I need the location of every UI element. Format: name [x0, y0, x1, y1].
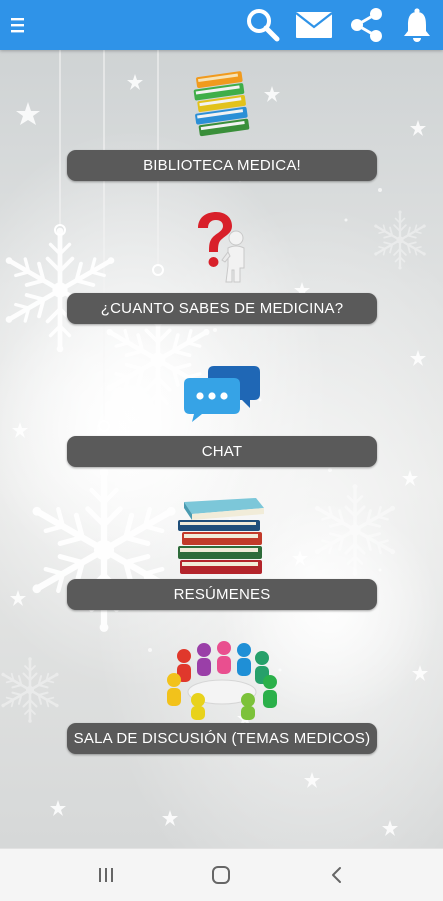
question-figure-icon[interactable]: [192, 210, 252, 284]
app-bar: [0, 0, 443, 50]
back-icon[interactable]: [317, 849, 357, 901]
bell-icon[interactable]: [398, 0, 436, 50]
book-stack-icon[interactable]: [174, 494, 270, 578]
mail-icon[interactable]: [292, 0, 336, 50]
search-icon[interactable]: [243, 0, 283, 50]
menu-icon[interactable]: [0, 0, 36, 50]
biblioteca-medica-button[interactable]: BIBLIOTECA MEDICA!: [67, 150, 377, 181]
books-icon[interactable]: [190, 70, 254, 142]
chat-bubbles-icon[interactable]: [184, 364, 262, 426]
share-icon[interactable]: [345, 0, 387, 50]
sala-de-discusion-button[interactable]: SALA DE DISCUSIÓN (TEMAS MEDICOS): [67, 723, 377, 754]
system-nav-bar: [0, 848, 443, 901]
recent-apps-icon[interactable]: [86, 849, 126, 901]
main-menu-area: BIBLIOTECA MEDICA! ¿CUANTO SABES DE MEDI…: [0, 50, 443, 848]
resumenes-button[interactable]: RESÚMENES: [67, 579, 377, 610]
cuanto-sabes-button[interactable]: ¿CUANTO SABES DE MEDICINA?: [67, 293, 377, 324]
home-icon[interactable]: [201, 849, 241, 901]
discussion-group-icon[interactable]: [164, 640, 280, 722]
chat-button[interactable]: CHAT: [67, 436, 377, 467]
